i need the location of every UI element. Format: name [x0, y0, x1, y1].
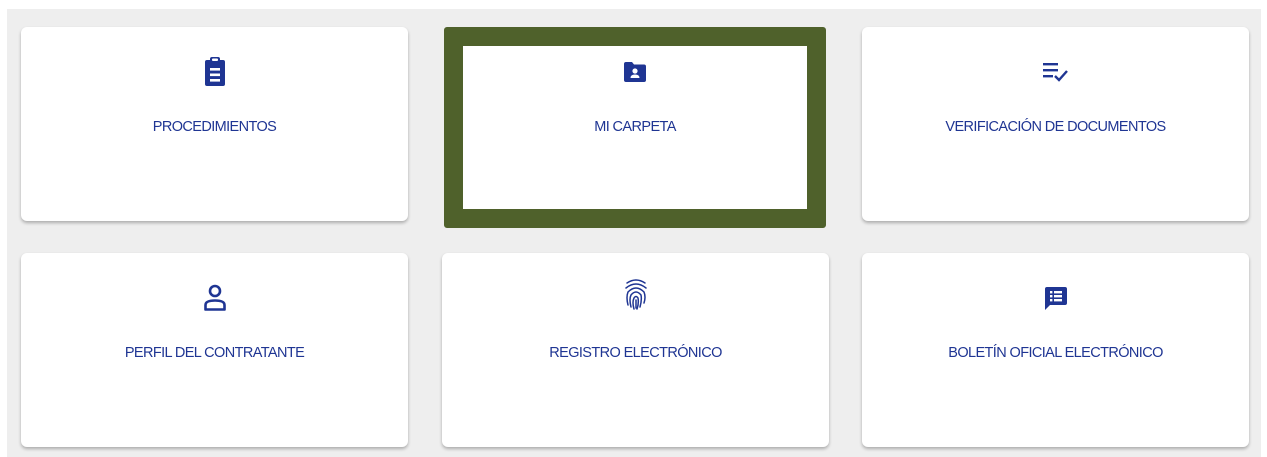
- card-label: MI CARPETA: [594, 119, 676, 135]
- chat-list-icon: [1041, 283, 1071, 313]
- folder-user-icon: [620, 57, 650, 87]
- person-outline-icon: [200, 283, 230, 313]
- clipboard-list-icon: [200, 57, 230, 87]
- card-mi-carpeta[interactable]: MI CARPETA: [444, 27, 826, 228]
- list-check-icon: [1041, 57, 1071, 87]
- card-label: PERFIL DEL CONTRATANTE: [124, 345, 305, 361]
- card-procedimientos[interactable]: PROCEDIMIENTOS: [21, 27, 408, 221]
- card-verificacion-documentos[interactable]: VERIFICACIÓN DE DOCUMENTOS: [862, 27, 1249, 221]
- fingerprint-icon: [621, 279, 651, 310]
- services-grid: PROCEDIMIENTOS MI CARPETA VERIFICACIÓN D…: [7, 9, 1261, 457]
- card-label: PROCEDIMIENTOS: [152, 119, 277, 135]
- card-boletin-oficial[interactable]: BOLETÍN OFICIAL ELECTRÓNICO: [862, 253, 1249, 447]
- card-label: VERIFICACIÓN DE DOCUMENTOS: [945, 119, 1166, 135]
- card-perfil-contratante[interactable]: PERFIL DEL CONTRATANTE: [21, 253, 408, 447]
- card-label: REGISTRO ELECTRÓNICO: [549, 345, 722, 361]
- card-registro-electronico[interactable]: REGISTRO ELECTRÓNICO: [442, 253, 829, 447]
- card-label: BOLETÍN OFICIAL ELECTRÓNICO: [948, 345, 1163, 361]
